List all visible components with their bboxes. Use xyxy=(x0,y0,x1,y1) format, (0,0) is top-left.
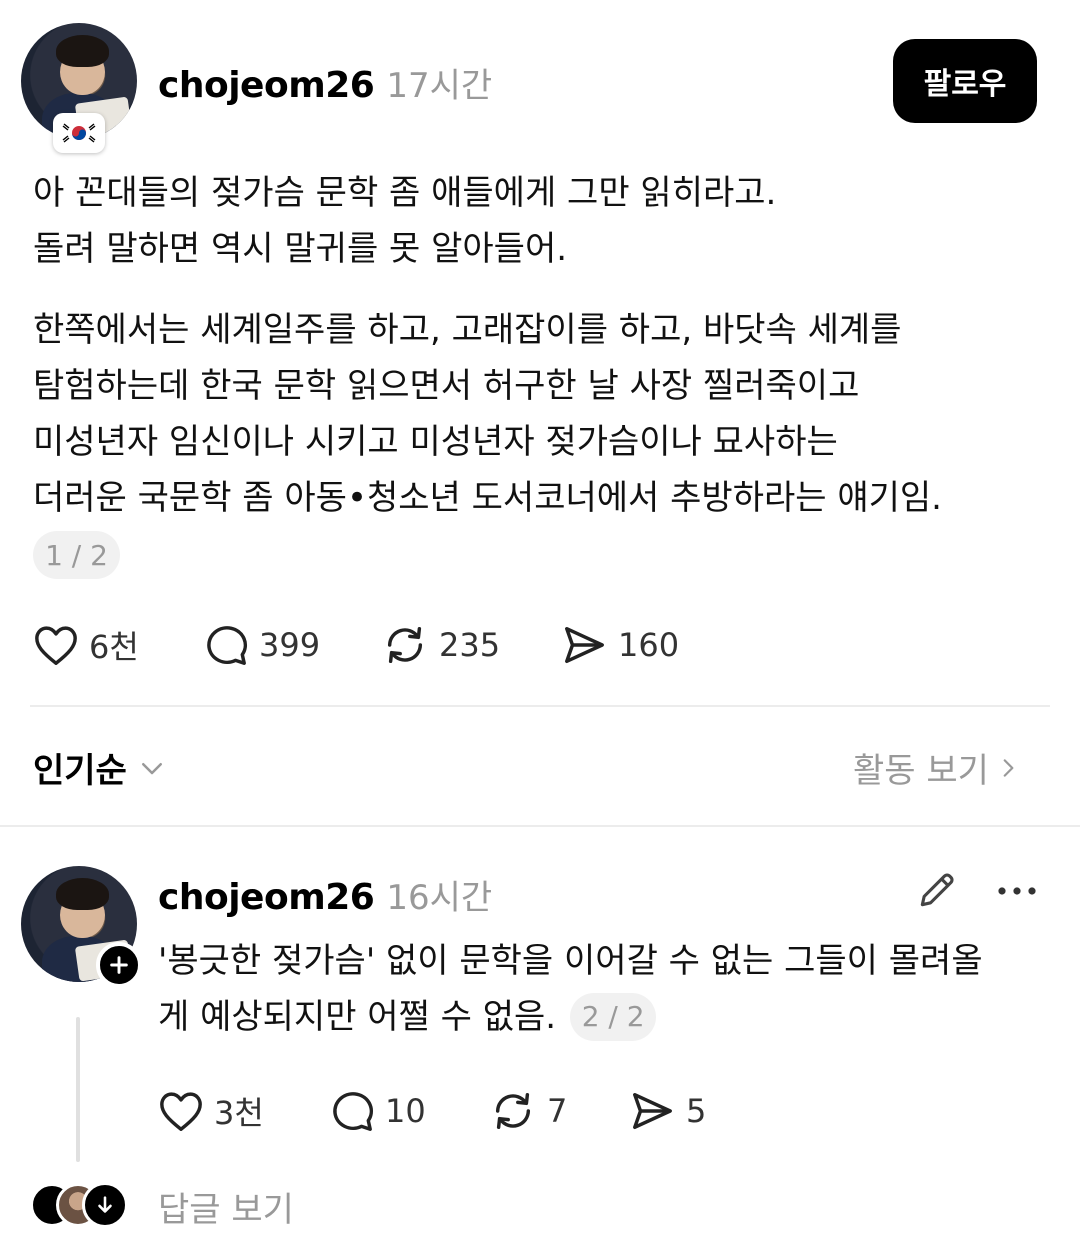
repost-count: 235 xyxy=(439,626,501,664)
repost-icon xyxy=(495,1092,531,1130)
reply-like-button[interactable]: 3천 xyxy=(158,1086,264,1136)
view-replies-link[interactable]: 답글 보기 xyxy=(158,1182,294,1231)
reply-username[interactable]: chojeom26 xyxy=(158,877,375,918)
post-line: 더러운 국문학 좀 아동•청소년 도서코너에서 추방하라는 얘기임. xyxy=(33,478,942,518)
comment-icon xyxy=(207,626,248,665)
heart-icon xyxy=(35,626,77,665)
heart-icon xyxy=(160,1092,202,1131)
view-activity-label: 활동 보기 xyxy=(853,751,989,791)
expand-replies-button[interactable] xyxy=(82,1182,128,1228)
post-paragraph-1: 아 꼰대들의 젖가슴 문학 좀 애들에게 그만 읽히라고. 돌려 말하면 역시 … xyxy=(33,165,776,277)
pencil-icon xyxy=(920,873,954,907)
reply-page-indicator: 2 / 2 xyxy=(570,993,657,1041)
chevron-right-icon xyxy=(1003,758,1014,777)
sort-label: 인기순 xyxy=(33,751,127,791)
post-timestamp: 17시간 xyxy=(386,66,493,106)
repost-button[interactable]: 235 xyxy=(381,620,500,670)
view-activity-link[interactable]: 활동 보기 xyxy=(853,743,1021,792)
share-icon xyxy=(565,626,604,664)
edit-button[interactable] xyxy=(915,868,959,916)
reply-share-count: 5 xyxy=(686,1092,707,1130)
comment-icon xyxy=(333,1092,374,1131)
reply-header: chojeom26 16시간 xyxy=(158,870,492,919)
post-line: 돌려 말하면 역시 말귀를 못 알아들어. xyxy=(33,229,568,269)
chevron-down-icon xyxy=(141,762,162,774)
reply-share-button[interactable]: 5 xyxy=(628,1086,706,1136)
reply-repost-button[interactable]: 7 xyxy=(489,1086,567,1136)
reply-timestamp: 16시간 xyxy=(386,878,493,918)
korea-flag-icon xyxy=(53,113,105,153)
reply-comment-count: 10 xyxy=(385,1092,426,1130)
follow-button[interactable]: 팔로우 xyxy=(893,39,1037,123)
comment-count: 399 xyxy=(259,626,321,664)
divider xyxy=(30,705,1050,707)
post-line: 한쪽에서는 세계일주를 하고, 고래잡이를 하고, 바닷속 세계를 xyxy=(33,310,902,350)
plus-icon xyxy=(110,956,128,974)
like-count: 6천 xyxy=(89,628,139,666)
share-count: 160 xyxy=(618,626,680,664)
sort-dropdown[interactable]: 인기순 xyxy=(33,743,167,792)
thread-line xyxy=(76,1017,80,1162)
post-line: 미성년자 임신이나 시키고 미성년자 젖가슴이나 묘사하는 xyxy=(33,422,838,462)
reply-line-with-pill: 게 예상되지만 어쩔 수 없음. 2 / 2 xyxy=(158,989,983,1045)
like-button[interactable]: 6천 xyxy=(33,620,139,670)
share-button[interactable]: 160 xyxy=(560,620,679,670)
reply-line: '봉긋한 젖가슴' 없이 문학을 이어갈 수 없는 그들이 몰려올 xyxy=(158,941,983,981)
reply-repost-count: 7 xyxy=(547,1092,568,1130)
comment-button[interactable]: 399 xyxy=(203,620,320,670)
follow-plus-button[interactable] xyxy=(96,942,142,988)
author-username[interactable]: chojeom26 xyxy=(158,65,375,106)
arrow-down-icon xyxy=(98,1196,112,1213)
more-options-button[interactable] xyxy=(996,878,1038,908)
reply-line: 게 예상되지만 어쩔 수 없음. xyxy=(158,997,557,1037)
post-header: chojeom26 17시간 xyxy=(158,58,492,107)
reply-text: '봉긋한 젖가슴' 없이 문학을 이어갈 수 없는 그들이 몰려올 게 예상되지… xyxy=(158,933,983,1045)
page-indicator: 1 / 2 xyxy=(33,531,120,579)
reply-comment-button[interactable]: 10 xyxy=(329,1086,426,1136)
post-line: 탐험하는데 한국 문학 읽으면서 허구한 날 사장 찔러죽이고 xyxy=(33,366,860,406)
repost-icon xyxy=(387,626,423,664)
share-icon xyxy=(633,1092,672,1130)
post-line: 아 꼰대들의 젖가슴 문학 좀 애들에게 그만 읽히라고. xyxy=(33,173,777,213)
post-paragraph-2: 한쪽에서는 세계일주를 하고, 고래잡이를 하고, 바닷속 세계를 탐험하는데 … xyxy=(33,302,942,526)
reply-like-count: 3천 xyxy=(214,1094,264,1132)
more-icon xyxy=(998,887,1036,895)
section-divider xyxy=(0,825,1080,827)
